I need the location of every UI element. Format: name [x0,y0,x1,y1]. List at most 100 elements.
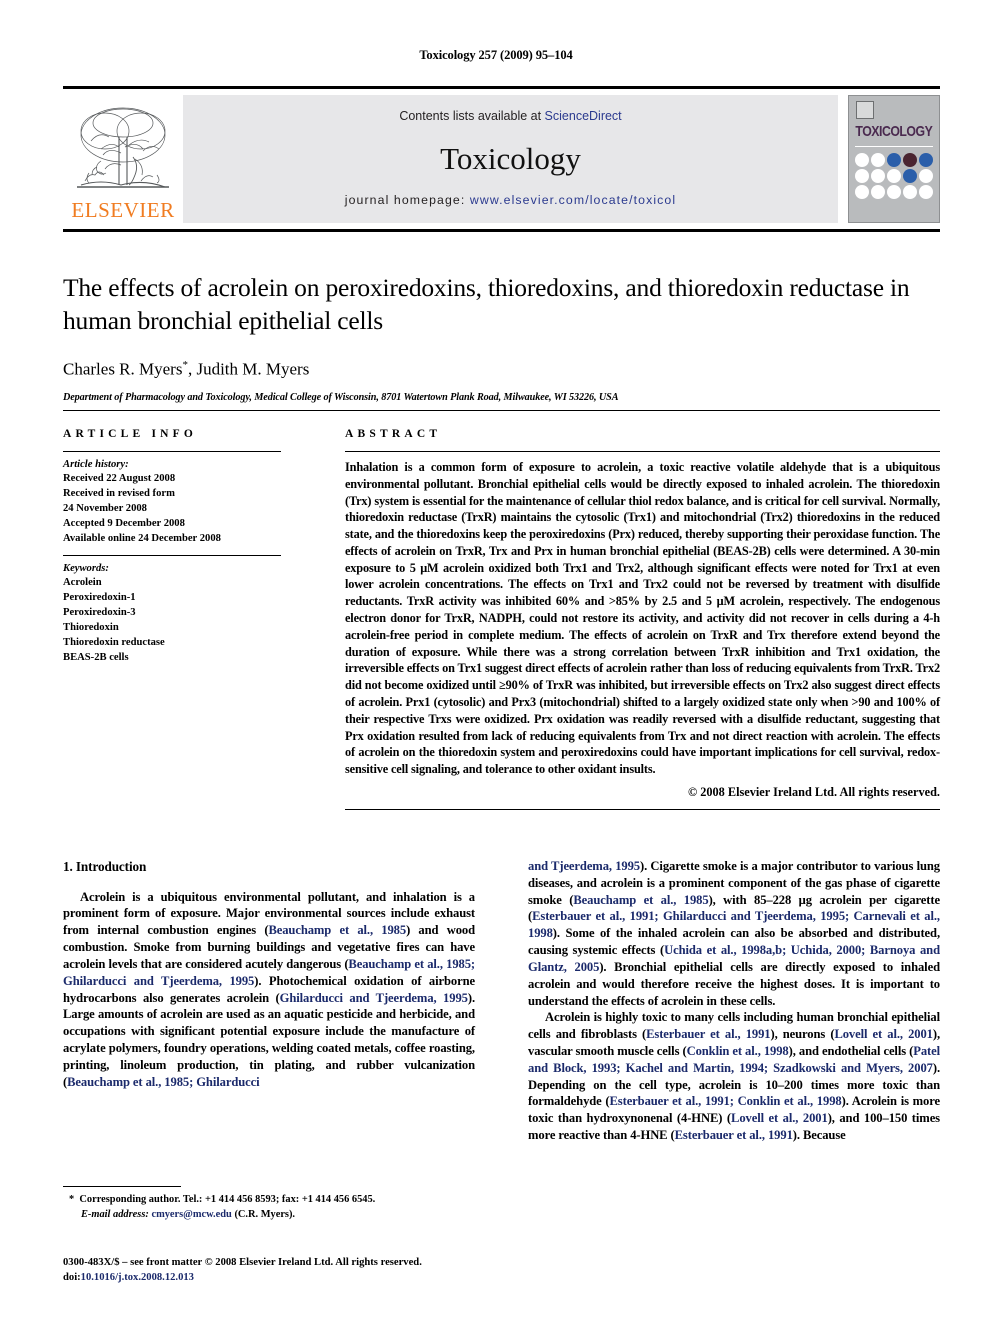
article-first-page: Toxicology 257 (2009) 95–104 ELSEVIER Co… [0,0,992,1323]
doi-line: doi:10.1016/j.tox.2008.12.013 [63,1270,563,1285]
citation-link[interactable]: Esterbauer et al., 1991 [646,1027,770,1041]
citation-link[interactable]: Lovell et al., 2001 [834,1027,933,1041]
article-history-label: Article history: [63,459,129,470]
citation-link[interactable]: Esterbauer et al., 1991; Conklin et al.,… [610,1094,842,1108]
journal-banner: Contents lists available at ScienceDirec… [183,95,838,223]
citation-link[interactable]: Beauchamp et al., 1985 [573,893,708,907]
cover-dot [855,153,869,167]
keyword-item: Peroxiredoxin-1 [63,592,136,604]
cover-dot [903,185,917,199]
author-secondary: , Judith M. Myers [187,359,310,379]
intro-paragraph-1-continued: and Tjeerdema, 1995). Cigarette smoke is… [528,858,940,1009]
article-history-item: 24 November 2008 [63,503,147,515]
email-label: E-mail address: [81,1208,149,1220]
cover-dot [919,153,933,167]
introduction-right-column: and Tjeerdema, 1995). Cigarette smoke is… [528,858,940,1144]
journal-homepage-link[interactable]: www.elsevier.com/locate/toxicol [470,193,676,207]
author-list: Charles R. Myers*, Judith M. Myers [63,359,940,380]
journal-cover-thumbnail: TOXICOLOGY [848,95,940,223]
journal-title: Toxicology [440,140,581,176]
article-history-item: Available online 24 December 2008 [63,533,221,545]
article-history-list: Received 22 August 2008 Received in revis… [63,471,281,546]
introduction-left-column: 1. Introduction Acrolein is a ubiquitous… [63,858,475,1090]
article-info-rule [63,451,281,452]
citation-link[interactable]: and Tjeerdema, 1995 [528,859,640,873]
elsevier-wordmark: ELSEVIER [71,198,175,222]
masthead-bottom-rule [63,229,940,232]
abstract-rule-bottom [345,808,940,810]
cover-dot [871,185,885,199]
keyword-item: Acrolein [63,577,102,589]
cover-dot [887,153,901,167]
journal-homepage-line: journal homepage: www.elsevier.com/locat… [345,193,676,207]
footnote-text: Corresponding author. Tel.: +1 414 456 8… [79,1194,376,1205]
cover-dot [871,153,885,167]
affiliation: Department of Pharmacology and Toxicolog… [63,391,619,403]
cover-dot [887,185,901,199]
cover-dot [871,169,885,183]
doi-label: doi: [63,1272,81,1284]
article-history-item: Received 22 August 2008 [63,473,176,484]
sciencedirect-link[interactable]: ScienceDirect [545,109,622,123]
elsevier-logo: ELSEVIER [63,95,183,223]
citation-link[interactable]: Conklin et al., 1998 [687,1044,789,1058]
running-head: Toxicology 257 (2009) 95–104 [419,48,573,62]
keyword-item: Thioredoxin reductase [63,637,165,649]
cover-divider [855,146,933,147]
intro-text-l: ), and endothelial cells ( [788,1043,914,1058]
cover-dot [855,185,869,199]
intro-paragraph-1: Acrolein is a ubiquitous environmental p… [63,889,475,1091]
cover-journal-title: TOXICOLOGY [855,123,933,140]
homepage-prefix: journal homepage: [344,193,470,207]
citation-link[interactable]: Beauchamp et al., 1985 [268,923,406,937]
intro-text-j: ), neurons ( [770,1027,835,1042]
abstract-copyright: © 2008 Elsevier Ireland Ltd. All rights … [687,784,940,799]
email-suffix: (C.R. Myers). [234,1208,296,1220]
intro-text-p: ). Because [792,1128,846,1142]
corresponding-author-footnote: * Corresponding author. Tel.: +1 414 456… [63,1193,475,1222]
cover-dot [919,169,933,183]
footnote-block: * Corresponding author. Tel.: +1 414 456… [63,1186,475,1222]
contents-lists-line: Contents lists available at ScienceDirec… [399,109,621,123]
abstract-rule-top [345,451,940,452]
abstract-column: ABSTRACT Inhalation is a common form of … [345,428,940,810]
email-link[interactable]: cmyers@mcw.edu [151,1209,231,1220]
article-history-item: Received in revised form [63,488,175,500]
article-info-column: ARTICLE INFO Article history: Received 2… [63,428,281,665]
intro-paragraph-2: Acrolein is highly toxic to many cells i… [528,1009,940,1144]
cover-elsevier-mini-logo-icon [856,101,874,119]
contents-prefix: Contents lists available at [399,109,545,123]
cover-dot [903,169,917,183]
author-primary: Charles R. Myers [63,359,183,379]
keyword-item: BEAS-2B cells [63,652,129,664]
section-heading-introduction: 1. Introduction [63,859,147,874]
citation-link[interactable]: Beauchamp et al., 1985; Ghilarducci [67,1075,260,1089]
keyword-item: Peroxiredoxin-3 [63,607,136,619]
elsevier-tree-icon [77,107,169,188]
footnote-divider [63,1186,181,1187]
cover-dot [887,169,901,183]
article-history-item: Accepted 9 December 2008 [63,518,185,530]
doi-link[interactable]: 10.1016/j.tox.2008.12.013 [81,1272,194,1283]
title-divider [63,410,940,411]
keywords-label: Keywords: [63,563,109,575]
page-title: The effects of acrolein on peroxiredoxin… [63,273,910,335]
article-info-heading: ARTICLE INFO [63,428,198,440]
citation-link[interactable]: Lovell et al., 2001 [731,1111,828,1125]
issn-copyright-block: 0300-483X/$ – see front matter © 2008 El… [63,1255,563,1286]
cover-dot-grid [855,153,933,199]
footnote-marker: * [69,1194,75,1205]
abstract-text: Inhalation is a common form of exposure … [345,460,940,777]
abstract-heading: ABSTRACT [345,428,442,440]
keyword-item: Thioredoxin [63,622,119,634]
keywords-list: Acrolein Peroxiredoxin-1 Peroxiredoxin-3 Th… [63,575,281,665]
title-block: The effects of acrolein on peroxiredoxin… [63,272,940,403]
cover-dot [903,153,917,167]
journal-masthead: ELSEVIER Contents lists available at Sci… [63,86,940,232]
keywords-rule [63,555,281,557]
issn-line: 0300-483X/$ – see front matter © 2008 El… [63,1257,422,1268]
cover-dot [919,185,933,199]
citation-link[interactable]: Esterbauer et al., 1991 [675,1128,793,1142]
cover-dot [855,169,869,183]
citation-link[interactable]: Ghilarducci and Tjeerdema, 1995 [280,991,468,1005]
